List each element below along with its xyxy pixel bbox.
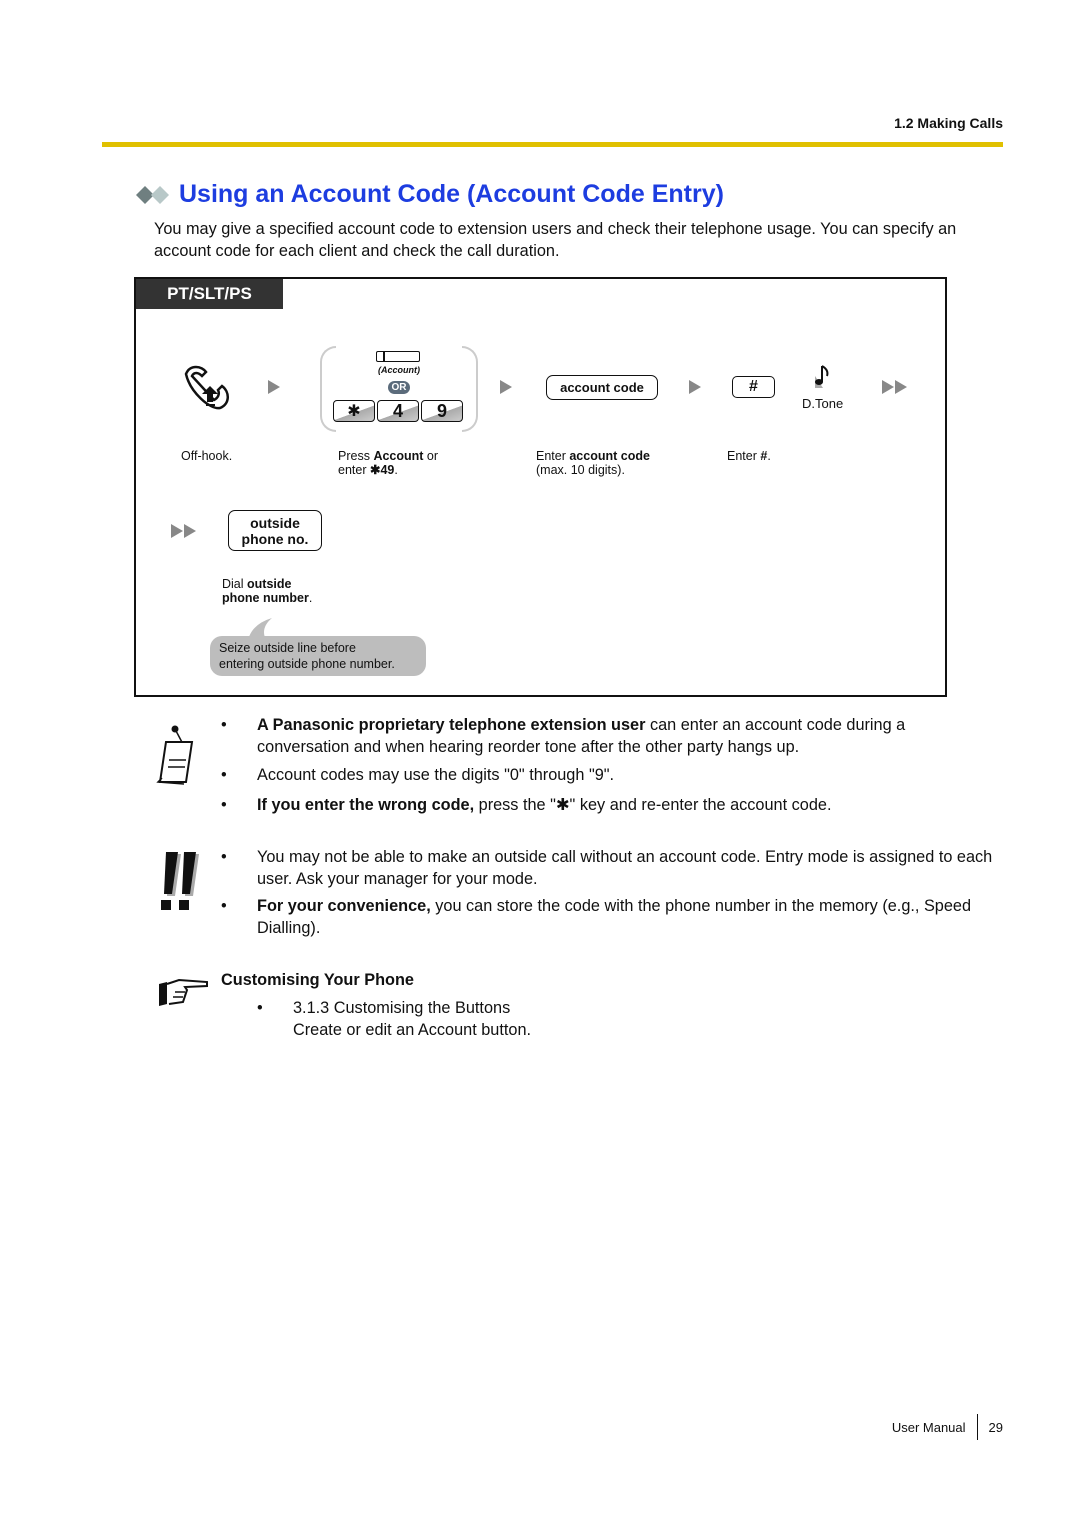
step-caption-account: Press Account or enter ✱49. xyxy=(338,449,439,477)
page-number: 29 xyxy=(988,1419,1003,1435)
reference-item: • 3.1.3 Customising the Buttons Create o… xyxy=(257,997,757,1041)
key-4[interactable]: 4 xyxy=(377,400,419,422)
next-arrow-icon xyxy=(689,380,701,394)
star-key[interactable]: ✱ xyxy=(333,400,375,422)
account-code-entry[interactable]: account code xyxy=(546,375,658,400)
footer-label: User Manual xyxy=(891,1419,966,1435)
reference-link[interactable]: 3.1.3 Customising the Buttons xyxy=(293,997,757,1019)
feature-code-keys: ✱ 4 9 xyxy=(333,400,463,422)
next-arrow-icon xyxy=(268,380,280,394)
notes-list: • A Panasonic proprietary telephone exte… xyxy=(221,716,906,814)
footer: User Manual 29 xyxy=(892,1414,1003,1440)
step-caption-hash: Enter #. xyxy=(727,449,771,463)
page-title-block: Using an Account Code (Account Code Entr… xyxy=(135,180,724,209)
outside-phone-entry[interactable]: outside phone no. xyxy=(228,510,322,551)
diamond-bullet-icon xyxy=(136,185,169,204)
or-badge: OR xyxy=(388,381,410,394)
continue-arrow-icon xyxy=(171,524,196,538)
tip-bubble: Seize outside line before entering outsi… xyxy=(210,636,426,676)
pointing-hand-icon xyxy=(159,978,208,1006)
intro-paragraph: You may give a specified account code to… xyxy=(154,220,957,260)
section-header: 1.2 Making Calls xyxy=(894,115,1003,131)
step-caption-account-code: Enter account code (max. 10 digits). xyxy=(536,449,650,477)
step-caption-outside: Dial outside phone number. xyxy=(222,577,313,605)
off-hook-icon xyxy=(184,365,229,410)
right-parenthesis xyxy=(462,346,478,432)
page-title: Using an Account Code (Account Code Entr… xyxy=(179,180,724,208)
footer-divider xyxy=(976,1414,978,1440)
hash-key[interactable]: # xyxy=(732,376,775,398)
phone-type-tab: PT/SLT/PS xyxy=(136,279,283,309)
warnings-list: • You may not be able to make an outside… xyxy=(221,848,993,937)
reference-heading: Customising Your Phone xyxy=(221,971,414,989)
key-9[interactable]: 9 xyxy=(421,400,463,422)
continue-arrow-icon xyxy=(882,380,907,394)
step-caption-off-hook: Off-hook. xyxy=(181,449,233,463)
dial-tone-label: D.Tone xyxy=(802,396,844,411)
note-icon xyxy=(156,725,194,785)
warning-icon xyxy=(161,852,199,910)
next-arrow-icon xyxy=(500,380,512,394)
account-button-icon[interactable] xyxy=(376,351,420,362)
dial-tone-icon xyxy=(815,365,829,388)
account-button-label: (Account) xyxy=(378,365,420,375)
header-rule xyxy=(102,142,1003,147)
